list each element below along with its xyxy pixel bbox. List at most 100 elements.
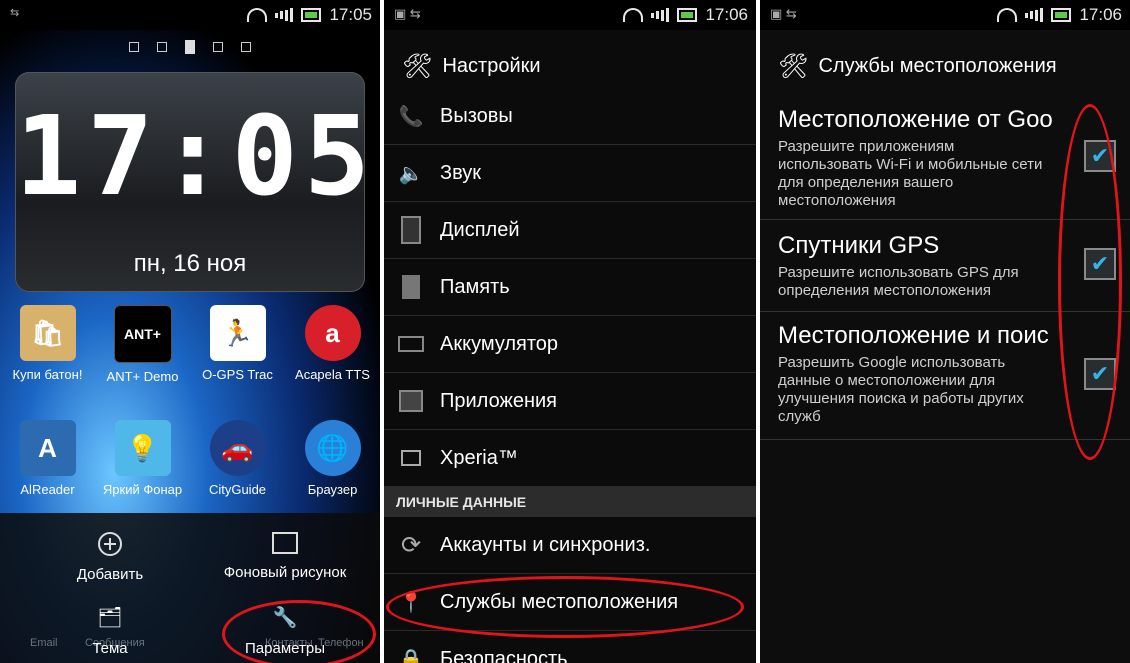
display-icon bbox=[398, 216, 424, 244]
location-header: 🛠 Службы местоположения bbox=[760, 34, 1130, 98]
clock-widget[interactable]: 17:05 пн, 16 ноя bbox=[15, 72, 377, 292]
app-label: Купи батон! bbox=[12, 367, 83, 382]
theme-icon: 🗂 bbox=[97, 607, 123, 629]
app-cityguide[interactable]: 🚗 CityGuide bbox=[192, 420, 284, 497]
app-alreader[interactable]: A AlReader bbox=[2, 420, 94, 497]
app-label: O-GPS Trac bbox=[202, 367, 273, 382]
settings-item-label: Аккаунты и синхрониз. bbox=[440, 533, 651, 556]
home-screen-panel: ⇆ 17:05 17:05 пн, 16 ноя 🛍 Купи батон! A… bbox=[0, 0, 380, 663]
settings-item-label: Приложения bbox=[440, 389, 558, 412]
clock-time: 17:05 bbox=[15, 92, 377, 220]
page-indicator bbox=[0, 40, 380, 54]
settings-panel: ▣ ⇆ 17:06 🛠 Настройки 📞 Вызовы 🔈 Звук Ди… bbox=[384, 0, 756, 663]
battery-icon bbox=[398, 331, 424, 357]
add-icon bbox=[98, 532, 122, 556]
page-title: Службы местоположения bbox=[818, 54, 1057, 77]
tools-icon: 🛠 bbox=[402, 52, 433, 80]
settings-item-label: Дисплей bbox=[440, 218, 520, 241]
section-header-personal: ЛИЧНЫЕ ДАННЫЕ bbox=[384, 487, 756, 517]
status-time: 17:06 bbox=[1079, 5, 1122, 24]
wifi-icon bbox=[997, 8, 1018, 22]
settings-item-xperia[interactable]: Xperia™ bbox=[384, 430, 756, 487]
settings-item-label: Вызовы bbox=[440, 104, 513, 127]
battery-icon bbox=[1051, 8, 1072, 22]
settings-item-label: Безопасность bbox=[440, 648, 568, 663]
settings-item-display[interactable]: Дисплей bbox=[384, 202, 756, 259]
app-label: ANT+ Demo bbox=[106, 369, 179, 384]
settings-item-memory[interactable]: Память bbox=[384, 259, 756, 316]
status-time: 17:06 bbox=[705, 5, 748, 24]
sync-icon: ⟳ bbox=[400, 531, 422, 559]
app-label: Acapela TTS bbox=[295, 367, 370, 382]
annotation-ellipse bbox=[386, 576, 744, 638]
settings-item-accounts[interactable]: ⟳ Аккаунты и синхрониз. bbox=[384, 517, 756, 574]
battery-icon bbox=[677, 8, 698, 22]
clock-date: пн, 16 ноя bbox=[133, 250, 247, 277]
signal-icon bbox=[275, 8, 294, 22]
flashlight-icon: 💡 bbox=[114, 420, 171, 476]
app-kupi-baton[interactable]: 🛍 Купи батон! bbox=[2, 305, 94, 384]
settings-item-label: Xperia™ bbox=[440, 446, 518, 469]
annotation-ellipse bbox=[1058, 104, 1122, 460]
settings-item-label: Звук bbox=[440, 161, 482, 184]
phone-icon: 📞 bbox=[398, 105, 424, 128]
settings-item-battery[interactable]: Аккумулятор bbox=[384, 316, 756, 373]
option-desc: Разрешите приложениям использовать Wi-Fi… bbox=[778, 138, 1043, 209]
app-ogps-track[interactable]: 🏃 O-GPS Trac bbox=[192, 305, 284, 384]
menu-theme-button[interactable]: 🗂 Тема bbox=[40, 605, 180, 657]
tools-icon: 🛠 bbox=[778, 52, 809, 80]
app-row-2: A AlReader 💡 Яркий Фонар 🚗 CityGuide 🌐 Б… bbox=[0, 420, 380, 497]
app-acapela-tts[interactable]: a Acapela TTS bbox=[287, 305, 379, 384]
status-time: 17:05 bbox=[329, 5, 372, 24]
screenshot-icon: ▣ ⇆ bbox=[394, 6, 421, 21]
xperia-icon bbox=[398, 445, 424, 471]
acapela-icon: a bbox=[304, 305, 361, 361]
status-bar: ▣ ⇆ 17:06 bbox=[760, 0, 1130, 30]
sdcard-icon bbox=[398, 274, 424, 300]
app-flashlight[interactable]: 💡 Яркий Фонар bbox=[97, 420, 189, 497]
settings-item-calls[interactable]: 📞 Вызовы bbox=[384, 88, 756, 145]
app-label: Яркий Фонар bbox=[102, 482, 183, 497]
grocery-bag-icon: 🛍 bbox=[19, 305, 76, 361]
option-desc: Разрешите использовать GPS для определен… bbox=[778, 264, 1019, 299]
battery-icon bbox=[301, 8, 322, 22]
runner-icon: 🏃 bbox=[209, 305, 266, 361]
settings-item-apps[interactable]: Приложения bbox=[384, 373, 756, 430]
speaker-icon: 🔈 bbox=[398, 162, 424, 185]
picture-icon bbox=[272, 532, 298, 554]
option-desc: Разрешить Google использовать данные о м… bbox=[778, 354, 1024, 425]
signal-icon bbox=[1025, 8, 1044, 22]
settings-item-label: Память bbox=[440, 275, 510, 298]
app-ant-demo[interactable]: ANT+ ANT+ Demo bbox=[97, 305, 189, 384]
ant-plus-icon: ANT+ bbox=[113, 305, 172, 363]
menu-label: Фоновый рисунок bbox=[223, 564, 347, 581]
app-browser[interactable]: 🌐 Браузер bbox=[287, 420, 379, 497]
option-title: Спутники GPS bbox=[778, 232, 940, 259]
menu-label: Добавить bbox=[76, 566, 144, 583]
cityguide-icon: 🚗 bbox=[209, 420, 266, 476]
menu-add-button[interactable]: Добавить bbox=[40, 532, 180, 583]
screenshot-icon: ▣ ⇆ bbox=[770, 6, 797, 21]
settings-item-sound[interactable]: 🔈 Звук bbox=[384, 145, 756, 202]
option-title: Местоположение от Goo bbox=[778, 106, 1053, 133]
menu-wallpaper-button[interactable]: Фоновый рисунок bbox=[210, 532, 360, 581]
menu-label: Тема bbox=[92, 640, 128, 657]
signal-icon bbox=[651, 8, 670, 22]
app-label: CityGuide bbox=[208, 482, 267, 497]
app-label: AlReader bbox=[20, 482, 75, 497]
wifi-icon bbox=[623, 8, 644, 22]
globe-icon: 🌐 bbox=[304, 420, 361, 476]
app-row-1: 🛍 Купи батон! ANT+ ANT+ Demo 🏃 O-GPS Tra… bbox=[0, 305, 380, 384]
apps-icon bbox=[398, 388, 424, 414]
lock-icon: 🔒 bbox=[398, 649, 424, 663]
location-services-panel: ▣ ⇆ 17:06 🛠 Службы местоположения Местоп… bbox=[760, 0, 1130, 663]
wifi-icon bbox=[247, 8, 268, 22]
annotation-ellipse bbox=[222, 600, 376, 663]
status-bar: ⇆ 17:05 bbox=[0, 0, 380, 30]
option-title: Местоположение и поис bbox=[778, 322, 1049, 349]
status-bar: ▣ ⇆ 17:06 bbox=[384, 0, 756, 30]
notification-icon: ⇆ bbox=[10, 7, 20, 19]
alreader-icon: A bbox=[19, 420, 76, 476]
settings-item-label: Аккумулятор bbox=[440, 332, 559, 355]
page-title: Настройки bbox=[442, 54, 541, 77]
